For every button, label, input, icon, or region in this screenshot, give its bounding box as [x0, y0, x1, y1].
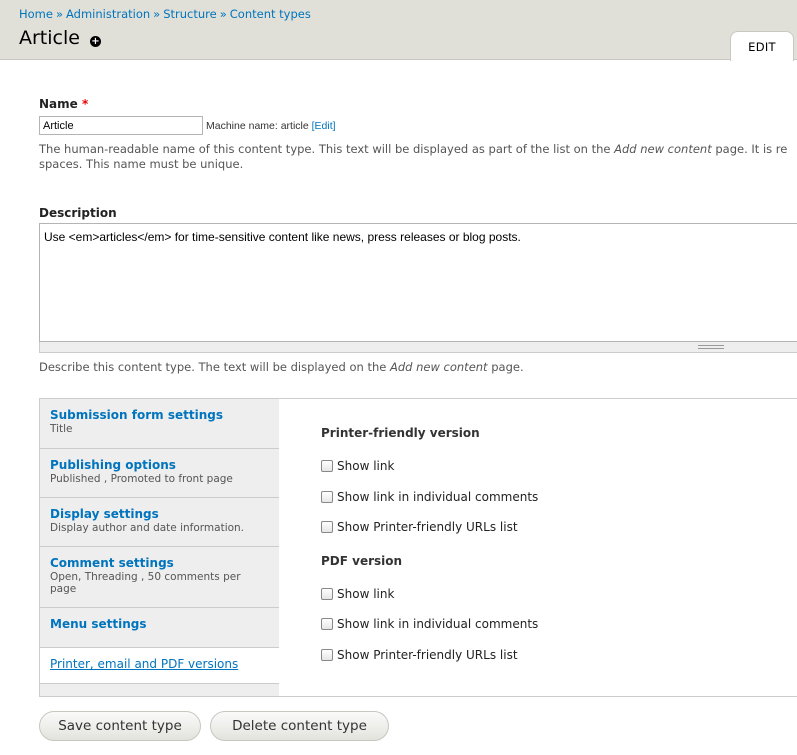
vtab-title[interactable]: Submission form settings — [50, 408, 269, 422]
textarea-resize-handle[interactable] — [39, 342, 797, 353]
vtab-summary: Display author and date information. — [50, 522, 245, 534]
breadcrumb-separator: » — [55, 7, 64, 21]
add-shortcut-icon[interactable]: + — [90, 36, 101, 47]
pdf-show-urls-list[interactable]: Show Printer-friendly URLs list — [321, 648, 518, 662]
pdf-show-link-comments[interactable]: Show link in individual comments — [321, 617, 538, 631]
vtab-printer-email-pdf[interactable]: Printer, email and PDF versions — [40, 648, 280, 684]
printer-show-urls-list[interactable]: Show Printer-friendly URLs list — [321, 520, 518, 534]
machine-name-edit-link[interactable]: [Edit] — [312, 120, 336, 132]
name-help-text: The human-readable name of this content … — [39, 142, 615, 156]
vtab-publishing-options[interactable]: Publishing options Published , Promoted … — [40, 449, 279, 498]
description-label: Description — [39, 206, 117, 220]
breadcrumb-content-types[interactable]: Content types — [230, 7, 311, 21]
checkbox-label: Show link in individual comments — [337, 490, 539, 504]
checkbox-label: Show link in individual comments — [337, 617, 539, 631]
vtab-summary: Published , Promoted to front page — [50, 473, 233, 485]
breadcrumb-home[interactable]: Home — [19, 7, 53, 21]
name-help-emphasis: Add new content — [614, 142, 712, 156]
pdf-section-title: PDF version — [321, 554, 403, 568]
vtab-title[interactable]: Comment settings — [50, 556, 269, 570]
name-description-line2: spaces. This name must be unique. — [39, 157, 244, 171]
breadcrumb-separator: » — [219, 7, 227, 21]
description-help-text: Describe this content type. The text wil… — [39, 360, 390, 374]
breadcrumb: Home» Administration» Structure» Content ty… — [19, 7, 311, 21]
vtab-submission-form[interactable]: Submission form settings Title — [40, 399, 279, 449]
breadcrumb-separator: » — [153, 7, 161, 21]
printer-show-link[interactable]: Show link — [321, 459, 394, 473]
checkbox-label: Show Printer-friendly URLs list — [337, 648, 518, 662]
name-label: Name * — [39, 97, 88, 111]
name-label-text: Name — [39, 97, 78, 111]
pdf-show-link[interactable]: Show link — [321, 587, 394, 601]
checkbox[interactable] — [321, 521, 333, 533]
name-description-line1: The human-readable name of this content … — [39, 142, 797, 157]
description-help: Describe this content type. The text wil… — [39, 360, 524, 374]
breadcrumb-administration[interactable]: Administration — [66, 7, 150, 21]
name-description: The human-readable name of this content … — [39, 142, 797, 172]
description-textarea[interactable]: Use <em>articles</em> for time-sensitive… — [39, 223, 797, 342]
machine-name-text: Machine name: article — [206, 120, 309, 132]
printer-show-link-comments[interactable]: Show link in individual comments — [321, 490, 538, 504]
checkbox-label: Show link — [337, 459, 395, 473]
description-help-tail: page. — [487, 360, 524, 374]
vtab-display-settings[interactable]: Display settings Display author and date… — [40, 498, 279, 547]
checkbox[interactable] — [321, 618, 333, 630]
vtab-summary: Open, Threading , 50 comments per page — [50, 571, 241, 595]
save-content-type-button[interactable]: Save content type — [39, 711, 201, 741]
delete-content-type-button[interactable]: Delete content type — [210, 711, 389, 741]
description-help-emphasis: Add new content — [389, 360, 488, 374]
vtab-comment-settings[interactable]: Comment settings Open, Threading , 50 co… — [40, 547, 279, 608]
checkbox[interactable] — [321, 460, 333, 472]
checkbox[interactable] — [321, 588, 333, 600]
name-input[interactable] — [39, 116, 203, 135]
checkbox-label: Show link — [337, 587, 395, 601]
machine-name: Machine name: article [Edit] — [206, 120, 336, 132]
vtab-title[interactable]: Publishing options — [50, 458, 269, 472]
page-header: Home» Administration» Structure» Content ty… — [0, 0, 797, 61]
vtab-summary: Title — [50, 423, 73, 435]
grip-icon — [698, 345, 724, 349]
vtab-title[interactable]: Menu settings — [50, 617, 269, 631]
breadcrumb-structure[interactable]: Structure — [163, 7, 217, 21]
vtab-menu-settings[interactable]: Menu settings — [40, 608, 279, 648]
vertical-tabs-menu: Submission form settings Title Publishin… — [39, 398, 280, 697]
name-help-text-tail: page. It is re — [711, 142, 788, 156]
vtab-title[interactable]: Printer, email and PDF versions — [50, 657, 269, 671]
page-title: Article — [19, 27, 80, 49]
tab-edit[interactable]: EDIT — [730, 31, 794, 61]
checkbox-label: Show Printer-friendly URLs list — [337, 520, 518, 534]
required-marker: * — [81, 97, 89, 111]
checkbox[interactable] — [321, 649, 333, 661]
checkbox[interactable] — [321, 491, 333, 503]
printer-friendly-section-title: Printer-friendly version — [321, 426, 480, 440]
vtab-title[interactable]: Display settings — [50, 507, 269, 521]
